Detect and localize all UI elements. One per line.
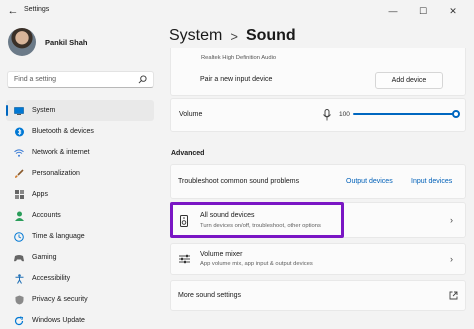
maximize-button[interactable]: ☐: [408, 3, 438, 19]
volume-card: Volume 100: [170, 98, 466, 132]
volume-slider-track[interactable]: [353, 113, 458, 115]
window-controls: — ☐ ✕: [378, 3, 468, 19]
sidebar-item-label: Gaming: [32, 254, 57, 261]
more-sound-settings-row[interactable]: More sound settings: [170, 280, 466, 311]
search-placeholder: Find a setting: [14, 76, 57, 83]
apps-icon: [14, 190, 24, 200]
controller-icon: [14, 253, 24, 263]
sidebar-item-windows-update[interactable]: Windows Update: [6, 310, 154, 329]
person-icon: [14, 211, 24, 221]
sidebar-nav: System Bluetooth & devices Network & int…: [6, 100, 154, 329]
shield-icon: [14, 295, 24, 305]
minimize-button[interactable]: —: [378, 3, 408, 19]
sidebar-item-label: Privacy & security: [32, 296, 88, 303]
close-button[interactable]: ✕: [438, 3, 468, 19]
output-devices-link[interactable]: Output devices: [346, 178, 393, 185]
sidebar-item-label: Accessibility: [32, 275, 71, 282]
volume-mixer-title: Volume mixer: [200, 251, 243, 258]
sidebar-item-label: Apps: [32, 191, 48, 198]
sidebar-item-apps[interactable]: Apps: [6, 184, 154, 205]
sidebar-item-bluetooth[interactable]: Bluetooth & devices: [6, 121, 154, 142]
troubleshoot-row: Troubleshoot common sound problems Outpu…: [170, 164, 466, 199]
volume-mixer-row[interactable]: Volume mixer App volume mix, app input &…: [170, 243, 466, 275]
sidebar-item-label: System: [32, 107, 56, 114]
wifi-icon: [14, 148, 24, 158]
globe-clock-icon: [14, 231, 24, 242]
volume-mixer-subtitle: App volume mix, app input & output devic…: [200, 261, 313, 267]
accessibility-icon: [14, 273, 24, 284]
sidebar-item-label: Time & language: [32, 233, 85, 240]
sidebar-item-label: Accounts: [32, 212, 61, 219]
sidebar-item-label: Personalization: [32, 170, 80, 177]
bluetooth-icon: [14, 127, 24, 137]
chevron-right-icon: ›: [450, 215, 453, 225]
pair-input-label: Pair a new input device: [200, 76, 273, 83]
pair-input-device-row: Pair a new input device Add device: [170, 65, 466, 96]
troubleshoot-label: Troubleshoot common sound problems: [178, 178, 300, 185]
chevron-right-icon: ›: [450, 254, 453, 264]
sidebar-item-time-language[interactable]: Time & language: [6, 226, 154, 247]
advanced-section-title: Advanced: [171, 150, 205, 157]
sidebar-item-label: Bluetooth & devices: [32, 128, 94, 135]
paintbrush-icon: [14, 168, 24, 179]
sidebar-item-network[interactable]: Network & internet: [6, 142, 154, 163]
sidebar-item-accessibility[interactable]: Accessibility: [6, 268, 154, 289]
realtek-device-text: Realtek High Definition Audio: [201, 55, 277, 61]
add-device-button[interactable]: Add device: [375, 72, 443, 89]
sidebar-item-label: Network & internet: [32, 149, 90, 156]
user-profile[interactable]: Pankil Shah: [8, 28, 88, 56]
sidebar-item-system[interactable]: System: [6, 100, 154, 121]
output-device-card-partial: Realtek High Definition Audio: [170, 48, 466, 65]
sidebar-item-accounts[interactable]: Accounts: [6, 205, 154, 226]
profile-name: Pankil Shah: [45, 37, 88, 47]
external-link-icon: [449, 291, 458, 300]
input-devices-link[interactable]: Input devices: [411, 178, 452, 185]
monitor-icon: [14, 106, 24, 116]
title-bar: ← Settings — ☐ ✕: [0, 0, 474, 22]
volume-slider-thumb[interactable]: [452, 110, 460, 118]
more-sound-settings-label: More sound settings: [178, 292, 242, 299]
sidebar-item-gaming[interactable]: Gaming: [6, 247, 154, 268]
breadcrumb-system[interactable]: System: [169, 27, 222, 45]
microphone-icon[interactable]: [323, 109, 331, 121]
mixer-sliders-icon: [179, 254, 190, 264]
search-icon: [138, 75, 147, 84]
sidebar-item-label: Windows Update: [32, 317, 85, 324]
sidebar-item-privacy-security[interactable]: Privacy & security: [6, 289, 154, 310]
breadcrumb-separator: >: [230, 28, 238, 44]
avatar: [8, 28, 36, 56]
page-title: Sound: [245, 27, 296, 44]
back-arrow-icon[interactable]: ←: [6, 4, 20, 18]
breadcrumb: System > Sound: [169, 27, 296, 45]
app-title: Settings: [24, 6, 50, 13]
volume-label: Volume: [179, 111, 203, 118]
update-icon: [14, 316, 24, 326]
volume-value: 100: [339, 111, 350, 118]
sidebar-item-personalization[interactable]: Personalization: [6, 163, 154, 184]
search-input[interactable]: Find a setting: [7, 71, 154, 88]
annotation-highlight-box: [170, 202, 344, 238]
